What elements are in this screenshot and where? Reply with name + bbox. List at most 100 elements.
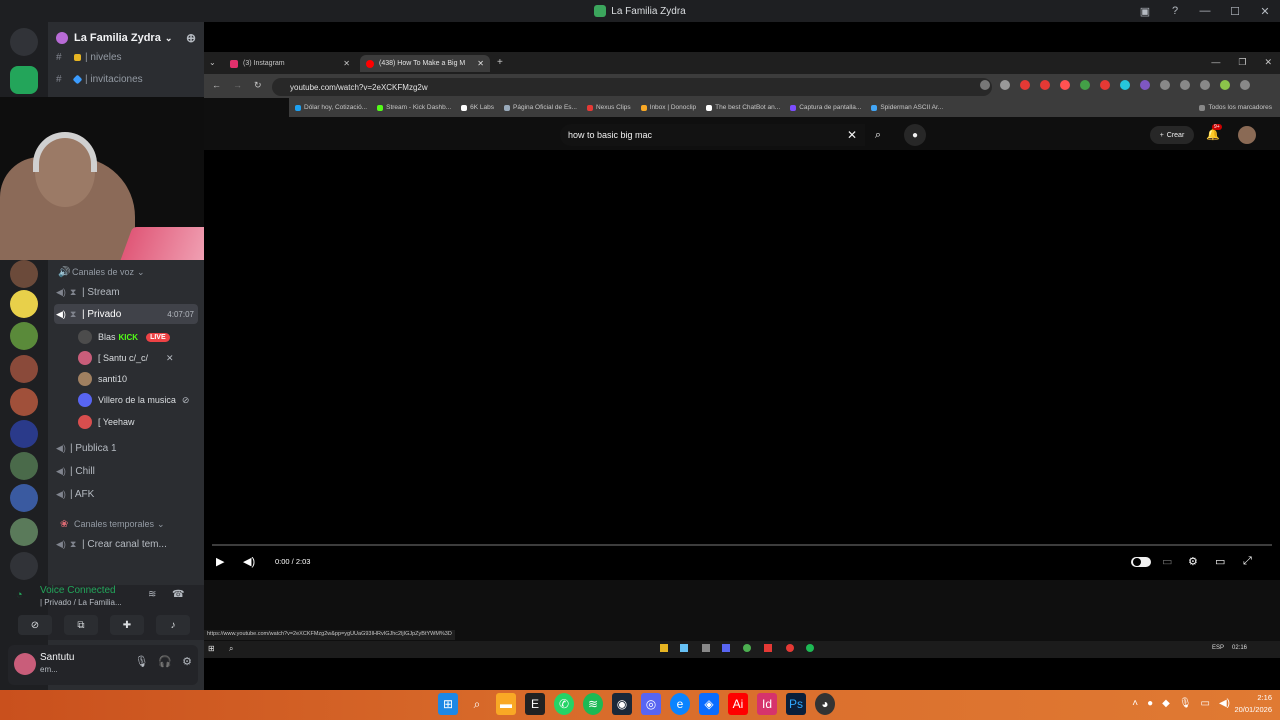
disconnect-icon[interactable]: ☎ bbox=[172, 589, 184, 600]
extension-icon[interactable] bbox=[1140, 80, 1150, 90]
volume-icon[interactable]: ◀) bbox=[1219, 698, 1230, 709]
fullscreen-button[interactable]: ⤢ bbox=[1243, 553, 1252, 569]
bookmark[interactable]: Captura de pantalla... bbox=[790, 104, 861, 111]
server-icon[interactable] bbox=[10, 552, 38, 580]
search-icon[interactable]: ⌕ bbox=[467, 693, 487, 715]
gear-icon[interactable]: ⚙ bbox=[182, 655, 192, 668]
windows-start-icon[interactable]: ⊞ bbox=[438, 693, 458, 715]
discord-icon[interactable] bbox=[722, 644, 730, 652]
tab-instagram[interactable]: (3) Instagram ✕ bbox=[224, 55, 356, 72]
bookmark[interactable]: Spiderman ASCII Ar... bbox=[871, 104, 943, 111]
headphones-icon[interactable]: 🎧 bbox=[158, 655, 172, 668]
settings-button[interactable]: ⚙ bbox=[1188, 553, 1198, 569]
create-button[interactable]: + Crear bbox=[1150, 126, 1194, 144]
voice-channel-privado[interactable]: ◀) ⧗ | Privado 4:07:07 bbox=[54, 304, 198, 324]
network-icon[interactable]: ▭ bbox=[1201, 698, 1210, 709]
extension-icon[interactable] bbox=[1080, 80, 1090, 90]
noise-suppression-icon[interactable]: ≋ bbox=[148, 589, 156, 600]
search-input[interactable]: how to basic big mac ✕ bbox=[560, 124, 865, 146]
adobe-illustrator-icon[interactable]: Ai bbox=[728, 693, 748, 715]
steam-icon[interactable] bbox=[680, 644, 688, 652]
folder-icon[interactable] bbox=[660, 644, 668, 652]
voice-channel-path[interactable]: | Privado / La Familia... bbox=[40, 598, 122, 607]
close-tab-icon[interactable]: ✕ bbox=[343, 59, 350, 68]
voice-user[interactable]: Blas KICK LIVE bbox=[78, 327, 170, 347]
voice-user[interactable]: Villero de la musica ⊘ bbox=[78, 390, 189, 410]
photoshop-icon[interactable]: Ps bbox=[786, 693, 806, 715]
server-icon[interactable] bbox=[10, 518, 38, 546]
maximize-button[interactable]: ☐ bbox=[1220, 5, 1250, 18]
whatsapp-icon[interactable]: ✆ bbox=[554, 693, 574, 715]
voice-category[interactable]: 🔊 Canales de voz ⌄ bbox=[58, 262, 145, 282]
url-field[interactable]: youtube.com/watch?v=2eXCKFMzg2w bbox=[272, 78, 992, 96]
voice-channel-create[interactable]: ◀) ⧗ | Crear canal tem... bbox=[56, 534, 167, 554]
app-icon[interactable] bbox=[702, 644, 710, 652]
inbox-icon[interactable]: ▣ bbox=[1130, 5, 1160, 18]
bookmark[interactable]: Dólar hoy, Cotizació... bbox=[295, 104, 367, 111]
app-icon[interactable]: ◈ bbox=[699, 693, 719, 715]
maximize-button[interactable]: ❐ bbox=[1238, 57, 1246, 68]
bookmark-star-icon[interactable] bbox=[1000, 80, 1010, 90]
close-tab-icon[interactable]: ✕ bbox=[477, 59, 484, 68]
server-icon[interactable] bbox=[10, 260, 38, 288]
microphone-icon[interactable]: 🎙 bbox=[1179, 698, 1192, 709]
bookmark[interactable]: Nexus Clips bbox=[586, 104, 631, 111]
menu-icon[interactable] bbox=[1240, 80, 1250, 90]
language-indicator[interactable]: ESP bbox=[1212, 645, 1224, 651]
progress-bar[interactable] bbox=[212, 544, 1272, 546]
minimize-button[interactable]: — bbox=[1190, 5, 1220, 17]
notifications-button[interactable]: 🔔 9+ bbox=[1206, 124, 1222, 141]
clock[interactable]: 2:16 20/01/2026 bbox=[1234, 692, 1272, 716]
discord-icon[interactable]: ◎ bbox=[641, 693, 661, 715]
activities-button[interactable]: ✚ bbox=[110, 615, 144, 635]
help-icon[interactable]: ? bbox=[1160, 5, 1190, 17]
server-icon[interactable] bbox=[10, 290, 38, 318]
forward-icon[interactable]: → bbox=[233, 80, 242, 91]
reload-icon[interactable]: ↻ bbox=[254, 80, 262, 91]
close-button[interactable]: ✕ bbox=[1250, 5, 1280, 18]
adobe-indesign-icon[interactable]: Id bbox=[757, 693, 777, 715]
volume-button[interactable]: ◀) bbox=[243, 553, 255, 569]
epic-games-icon[interactable]: E bbox=[525, 693, 545, 715]
voice-status[interactable]: Voice Connected bbox=[40, 585, 116, 596]
theater-button[interactable]: ▭ bbox=[1215, 553, 1225, 569]
play-button[interactable]: ▶ bbox=[216, 553, 224, 569]
brave-icon[interactable] bbox=[764, 644, 772, 652]
text-channel[interactable]: # | invitaciones bbox=[56, 69, 143, 89]
new-tab-button[interactable]: + bbox=[497, 57, 503, 68]
text-channel[interactable]: # | niveles bbox=[56, 47, 122, 67]
app-icon[interactable]: ● bbox=[1147, 698, 1153, 709]
bookmark[interactable]: 6K Labs bbox=[461, 104, 494, 111]
file-explorer-icon[interactable]: ▬ bbox=[496, 693, 516, 715]
edge-icon[interactable]: e bbox=[670, 693, 690, 715]
video-player[interactable] bbox=[204, 150, 1280, 580]
autoplay-toggle[interactable] bbox=[1131, 557, 1151, 567]
extension-icon[interactable] bbox=[1060, 80, 1070, 90]
extension-icon[interactable] bbox=[1040, 80, 1050, 90]
server-icon-green[interactable] bbox=[10, 66, 38, 94]
tab-search-icon[interactable]: ⌄ bbox=[209, 58, 216, 67]
voice-user[interactable]: [ Santu c/_c/ ✕ bbox=[78, 348, 174, 368]
bookmark[interactable]: The best ChatBot an... bbox=[706, 104, 780, 111]
extension-icon[interactable] bbox=[1120, 80, 1130, 90]
voice-channel-afk[interactable]: ◀) | AFK bbox=[56, 484, 94, 504]
server-icon[interactable] bbox=[10, 322, 38, 350]
microphone-icon[interactable]: 🎙 bbox=[134, 655, 148, 668]
reading-list-icon[interactable] bbox=[1200, 80, 1210, 90]
voice-user[interactable]: santi10 bbox=[78, 369, 127, 389]
bookmark[interactable]: Página Oficial de Es... bbox=[504, 104, 577, 111]
spotify-icon[interactable]: ≋ bbox=[583, 693, 603, 715]
avatar[interactable] bbox=[1238, 126, 1256, 144]
voice-channel-stream[interactable]: ◀) ⧗ | Stream bbox=[56, 282, 120, 302]
spotify-icon[interactable] bbox=[806, 644, 814, 652]
profile-icon[interactable] bbox=[1220, 80, 1230, 90]
tab-youtube[interactable]: (438) How To Make a Big M ✕ bbox=[360, 55, 490, 72]
search-icon[interactable]: ⌕ bbox=[229, 644, 233, 654]
chrome-icon[interactable] bbox=[743, 644, 751, 652]
app-icon[interactable] bbox=[786, 644, 794, 652]
server-icon[interactable] bbox=[10, 452, 38, 480]
screen-share-button[interactable]: ⧉ bbox=[64, 615, 98, 635]
extensions-puzzle-icon[interactable] bbox=[1180, 80, 1190, 90]
camera-off-button[interactable]: ⊘ bbox=[18, 615, 52, 635]
clear-search-icon[interactable]: ✕ bbox=[847, 128, 857, 142]
